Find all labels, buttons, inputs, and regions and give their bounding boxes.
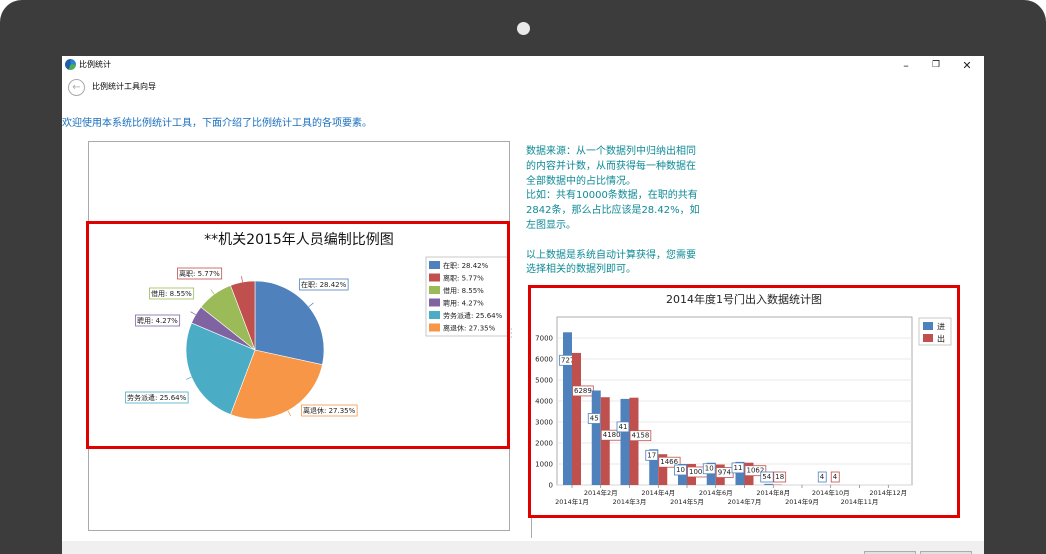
- bar-highlight-box: [528, 285, 960, 518]
- close-button[interactable]: ✕: [953, 57, 981, 74]
- back-arrow-icon[interactable]: ←: [68, 79, 85, 96]
- app-icon: [65, 59, 76, 70]
- panel-divider: [531, 516, 532, 538]
- splitter-handle[interactable]: · · ·: [510, 326, 513, 342]
- app-window: 比例统计 – ❐ ✕ ← 比例统计工具向导 欢迎使用本系统比例统计工具，下面介绍…: [62, 56, 984, 554]
- pie-highlight-box: [86, 221, 510, 449]
- restore-button[interactable]: ❐: [922, 57, 950, 74]
- intro-text: 欢迎使用本系统比例统计工具，下面介绍了比例统计工具的各项要素。: [62, 118, 372, 129]
- camera-dot: [517, 22, 530, 35]
- title-bar: 比例统计 – ❐ ✕: [62, 56, 984, 76]
- description-text: 数据来源：从一个数据列中归纳出相同 的内容并计数，从而获得每一种数据在 全部数据…: [526, 146, 700, 276]
- window-title: 比例统计: [79, 60, 111, 69]
- minimize-button[interactable]: –: [892, 57, 920, 74]
- footer-bar: [62, 541, 984, 554]
- wizard-title: 比例统计工具向导: [92, 82, 156, 91]
